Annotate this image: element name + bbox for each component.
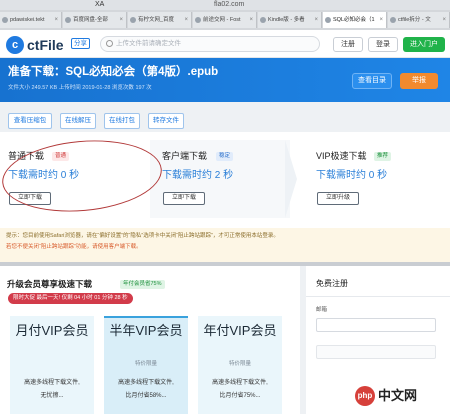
search-placeholder: 上传文件前请确定文件 xyxy=(116,40,181,47)
register-button[interactable]: 登录 xyxy=(368,37,398,52)
logo-icon[interactable]: c xyxy=(6,36,24,54)
browser-tab-active[interactable]: SQL必知必会（1 × xyxy=(323,12,387,28)
address-bar-url[interactable]: fla02.com xyxy=(214,0,244,10)
tab-favicon-icon xyxy=(260,17,266,23)
address-bar-text: XA xyxy=(95,1,105,8)
browser-tab-label: pdawiskei.tekt xyxy=(10,17,45,23)
watermark-text: 中文网 xyxy=(378,388,418,403)
file-title: 准备下载：SQL必知必会（第4版）.epub xyxy=(8,66,219,78)
report-button[interactable]: 举报 xyxy=(400,73,438,89)
tab-favicon-icon xyxy=(325,17,331,23)
tab-favicon-icon xyxy=(65,17,71,23)
notice-warning: 若您不便关闭“阻止跨站跟踪”功能，请使用客户端下载。 xyxy=(6,244,142,250)
browser-tab-label: 前途交网 - Fost xyxy=(203,17,241,23)
view-archive-button[interactable]: 查看压缩包 xyxy=(8,113,52,129)
browser-tab-label: 有柠文网_百度 xyxy=(138,17,175,23)
page: XA fla02.com pdawiskei.tekt × 百度网盘-全部 × 有柠… xyxy=(0,0,450,414)
download-option-time: 下载需时约 2 秒 xyxy=(162,170,234,181)
download-option-name: 客户端下载 xyxy=(162,151,208,161)
notice-text: 提示：您目前使用Safari浏览器，请在“偏好设置”的“隐私”选项卡中关闭“阻止… xyxy=(6,233,279,239)
browser-tab[interactable]: ctfile拆分 - 文 × xyxy=(388,12,450,28)
browser-tab[interactable]: 前途交网 - Fost × xyxy=(193,12,257,28)
vip-card-sub: 特价限量 xyxy=(134,361,157,367)
file-meta: 文件大小 249.57 KB 上传时间 2019-01-28 浏览次数 197 … xyxy=(8,85,152,91)
vip-card-desc-line: 高速多线程下载文件, xyxy=(24,380,80,386)
close-icon[interactable]: × xyxy=(249,12,253,28)
card-arrow xyxy=(285,140,297,218)
vip-card-desc-line: 高速多线程下载文件, xyxy=(212,380,268,386)
email-label: 邮箱 xyxy=(316,307,328,313)
close-icon[interactable]: × xyxy=(314,12,318,28)
browser-tab-label: Kindle版 - 多看 xyxy=(268,17,305,23)
vip-card-desc: 高速多线程下载文件, 比月付省58%... xyxy=(104,377,188,403)
divider xyxy=(306,296,450,297)
vip-card-desc-line: 高速多线程下载文件, xyxy=(118,380,174,386)
vip-card-desc-line: 比月付省75%... xyxy=(219,393,261,399)
tab-favicon-icon xyxy=(195,17,201,23)
download-option-name: VIP极速下载 xyxy=(316,151,367,161)
portal-button[interactable]: 进入门户 xyxy=(403,37,445,52)
email-field[interactable] xyxy=(316,318,436,332)
login-button[interactable]: 注册 xyxy=(333,37,363,52)
close-icon[interactable]: × xyxy=(379,12,383,28)
online-pack-button[interactable]: 在线打包 xyxy=(104,113,140,129)
vip-tag: 年付会员省75% xyxy=(120,280,165,289)
register-title: 免费注册 xyxy=(316,279,348,288)
vip-card-desc-line: 无忧擦... xyxy=(40,393,64,399)
logo-sub-label: 分享 xyxy=(71,38,90,49)
vip-card-desc: 高速多线程下载文件, 无忧擦... xyxy=(10,377,94,403)
save-file-button[interactable]: 转存文件 xyxy=(148,113,184,129)
browser-tab[interactable]: Kindle版 - 多看 × xyxy=(258,12,322,28)
vip-card-title: 年付VIP会员 xyxy=(203,323,277,338)
tab-favicon-icon xyxy=(130,17,136,23)
online-extract-button[interactable]: 在线解压 xyxy=(60,113,96,129)
download-option-badge: 推荐 xyxy=(374,152,392,161)
tab-favicon-icon xyxy=(2,17,8,23)
search-icon xyxy=(106,40,113,47)
upgrade-button[interactable]: 立即升级 xyxy=(317,192,359,205)
browser-tab[interactable]: 百度网盘-全部 × xyxy=(63,12,127,28)
close-icon[interactable]: × xyxy=(119,12,123,28)
tab-favicon-icon xyxy=(390,17,396,23)
download-option-time: 下载需时约 0 秒 xyxy=(316,170,388,181)
view-catalog-button[interactable]: 查看目录 xyxy=(352,73,392,89)
close-icon[interactable]: × xyxy=(442,12,446,28)
vip-card-desc: 高速多线程下载文件, 比月付省75%... xyxy=(198,377,282,403)
browser-tab[interactable]: 有柠文网_百度 × xyxy=(128,12,192,28)
client-download-button[interactable]: 立即下载 xyxy=(163,192,205,205)
vip-countdown: 限时大促 最后一天! 仅剩 04 小时 01 分钟 28 秒 xyxy=(8,293,133,304)
logo-text[interactable]: ctFile xyxy=(27,36,64,54)
close-icon[interactable]: × xyxy=(54,12,58,28)
vip-card-sub: 特价限量 xyxy=(228,361,251,367)
vip-heading: 升级会员尊享极速下载 xyxy=(7,279,93,289)
watermark-logo-icon: php xyxy=(355,386,375,406)
browser-tab-label: SQL必知必会（1 xyxy=(333,17,375,23)
vip-card-title: 月付VIP会员 xyxy=(15,323,89,338)
vip-card-title: 半年VIP会员 xyxy=(109,323,183,338)
download-option-badge: 稳定 xyxy=(216,152,234,161)
browser-tab-label: ctfile拆分 - 文 xyxy=(398,17,431,23)
vip-card-desc-line: 比月付省58%... xyxy=(125,393,167,399)
browser-tab[interactable]: pdawiskei.tekt × xyxy=(0,12,62,28)
close-icon[interactable]: × xyxy=(184,12,188,28)
password-field[interactable] xyxy=(316,345,436,359)
browser-tab-label: 百度网盘-全部 xyxy=(73,17,108,23)
